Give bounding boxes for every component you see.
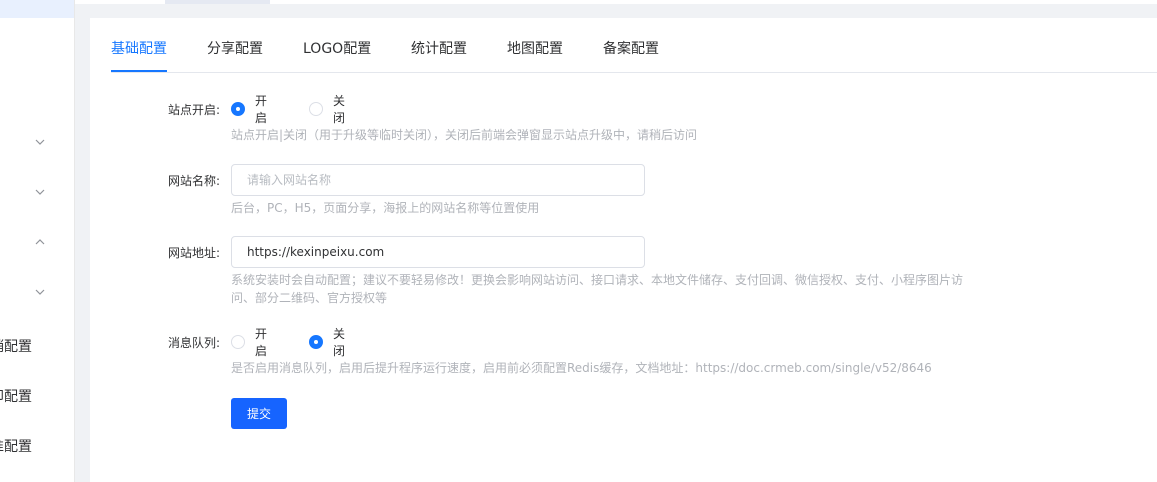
site-name-tip: 后台，PC，H5，页面分享，海报上的网站名称等位置使用 [231,201,540,215]
tab-map-config[interactable]: 地图配置 [507,38,563,58]
radio-checked-icon [231,102,245,116]
chevron-down-icon[interactable] [35,287,45,297]
radio-unchecked-icon [231,335,245,349]
tab-basic-config[interactable]: 基础配置 [111,38,167,58]
sidebar-item-label: 准配置 [0,439,32,455]
chevron-up-icon[interactable] [35,237,45,247]
queue-tip: 是否启用消息队列，启用后提升程序运行速度，启用前必须配置Redis缓存，文档地址… [231,361,932,375]
site-open-radio-on[interactable]: 开启 [231,94,267,125]
site-open-radio-off[interactable]: 关闭 [309,94,345,125]
site-open-label: 站点开启: [168,103,221,117]
tab-logo-config[interactable]: LOGO配置 [303,38,371,58]
sidebar-item[interactable]: 印配置 [0,386,74,406]
chevron-down-icon[interactable] [35,187,45,197]
radio-label: 关闭 [333,94,346,125]
top-tag-bar [75,0,1157,4]
site-url-tip: 系统安装时会自动配置；建议不要轻易修改！更换会影响网站访问、接口请求、本地文件储… [231,273,964,305]
site-url-input[interactable] [231,236,645,268]
queue-label: 消息队列: [168,336,221,350]
top-tag[interactable] [165,0,270,4]
tab-share-config[interactable]: 分享配置 [207,38,263,58]
radio-label: 开启 [255,94,268,125]
radio-label: 开启 [255,327,268,358]
chevron-down-icon[interactable] [35,137,45,147]
queue-radio-on[interactable]: 开启 [231,327,267,358]
settings-card: 基础配置 分享配置 LOGO配置 统计配置 地图配置 备案配置 站点开启: 开启… [90,18,1157,482]
queue-radio-off[interactable]: 关闭 [309,327,345,358]
tab-active-indicator [111,70,167,72]
submit-button[interactable]: 提交 [231,398,287,429]
site-url-label: 网站地址: [168,246,221,260]
sidebar-item-label: 销配置 [0,339,32,355]
tab-record-config[interactable]: 备案配置 [603,38,659,58]
site-name-label: 网站名称: [168,174,221,188]
site-open-tip: 站点开启|关闭（用于升级等临时关闭），关闭后前端会弹窗显示站点升级中，请稍后访问 [231,128,698,142]
sidebar-item[interactable]: 准配置 [0,436,74,456]
radio-unchecked-icon [309,102,323,116]
site-name-input[interactable] [231,164,645,196]
sidebar: 销配置 印配置 准配置 [0,0,75,482]
tab-bar: 基础配置 分享配置 LOGO配置 统计配置 地图配置 备案配置 [111,18,1157,73]
sidebar-active-item[interactable] [0,0,74,18]
tab-stats-config[interactable]: 统计配置 [411,38,467,58]
radio-checked-icon [309,335,323,349]
sidebar-item-label: 印配置 [0,389,32,405]
radio-label: 关闭 [333,327,346,358]
sidebar-item[interactable]: 销配置 [0,336,74,356]
